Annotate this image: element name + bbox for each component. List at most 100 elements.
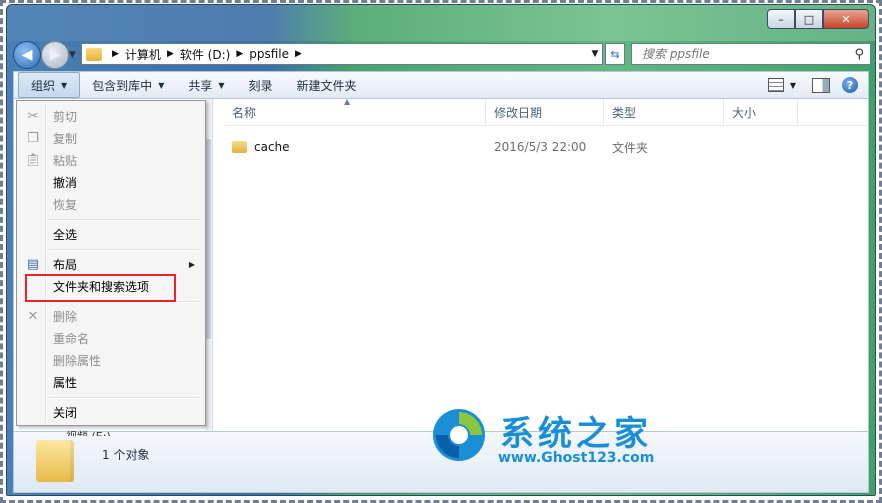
burn-label: 刻录 xyxy=(248,78,273,93)
layout-icon: ▤ xyxy=(26,256,40,272)
scissors-icon: ✂ xyxy=(27,108,39,124)
new-folder-label: 新建文件夹 xyxy=(296,78,357,93)
caption-buttons: – □ ✕ xyxy=(767,9,869,29)
maximize-button[interactable]: □ xyxy=(795,9,823,29)
close-button[interactable]: ✕ xyxy=(823,9,869,29)
menu-item-close[interactable]: 关闭 xyxy=(19,401,203,423)
menu-item-properties[interactable]: 属性 xyxy=(19,371,203,393)
back-arrow-icon: ◀ xyxy=(21,47,33,63)
menu-item-label: 复制 xyxy=(53,131,78,146)
menu-item-undo[interactable]: 撤消 xyxy=(19,171,203,193)
menu-item-redo[interactable]: 恢复 xyxy=(19,193,203,215)
include-in-library-button[interactable]: 包含到库中 ▼ xyxy=(80,73,176,97)
menu-item-select-all[interactable]: 全选 xyxy=(19,223,203,245)
breadcrumb: ▶ 计算机 ▶ 软件 (D:) ▶ ppsfile ▶ xyxy=(106,46,308,63)
preview-pane-icon[interactable] xyxy=(812,77,830,93)
chevron-down-icon: ▼ xyxy=(218,80,225,90)
back-button[interactable]: ◀ xyxy=(13,41,41,69)
copy-icon: ❐ xyxy=(27,130,39,146)
search-input[interactable] xyxy=(640,46,844,62)
watermark-logo xyxy=(433,409,485,461)
highlight-annotation-box xyxy=(25,274,176,302)
menu-separator xyxy=(49,219,199,221)
organize-context-menu: ✂ 剪切 ❐ 复制 📋︎ 粘贴 撤消 恢复 全选 ▤ 布局 ▶ 文件夹和搜索选项… xyxy=(16,100,206,426)
menu-item-label: 删除 xyxy=(53,309,78,324)
new-folder-button[interactable]: 新建文件夹 xyxy=(285,73,369,97)
chevron-right-icon[interactable]: ▶ xyxy=(167,49,174,59)
refresh-button[interactable]: ⇆ xyxy=(605,43,625,65)
breadcrumb-computer[interactable]: 计算机 xyxy=(125,46,161,63)
menu-item-label: 剪切 xyxy=(53,109,78,124)
share-button[interactable]: 共享 ▼ xyxy=(176,73,236,97)
menu-item-label: 布局 xyxy=(53,257,78,272)
file-type: 文件夹 xyxy=(612,140,649,155)
delete-x-icon: ✕ xyxy=(27,308,39,324)
chevron-down-icon: ▼ xyxy=(61,80,68,90)
column-header-size[interactable]: 大小 xyxy=(724,99,798,125)
menu-item-label: 关闭 xyxy=(53,405,78,420)
file-name-cell: cache xyxy=(224,140,486,154)
breadcrumb-drive[interactable]: 软件 (D:) xyxy=(180,46,230,63)
help-icon[interactable]: ? xyxy=(842,77,858,93)
search-icon[interactable]: ⚲ xyxy=(854,47,864,62)
menu-separator xyxy=(49,249,199,251)
column-type-label: 类型 xyxy=(612,105,637,120)
folder-icon xyxy=(86,47,102,61)
organize-button[interactable]: 组织 ▼ xyxy=(18,72,81,98)
view-options-dropdown-icon[interactable]: ▼ xyxy=(790,81,796,90)
menu-item-label: 撤消 xyxy=(53,175,78,190)
burn-button[interactable]: 刻录 xyxy=(237,73,285,97)
toolbar-right: ▼ ? xyxy=(767,77,868,93)
watermark-url: www.Ghost123.com xyxy=(498,450,655,466)
refresh-icon: ⇆ xyxy=(610,47,620,61)
file-date: 2016/5/3 22:00 xyxy=(494,140,587,154)
navigation-row: ◀ ▶ ▼ ▶ 计算机 ▶ 软件 (D:) ▶ ppsfile ▶ ▼ ⇆ ⚲ xyxy=(13,41,871,69)
file-list: 名称 ▲ 修改日期 类型 大小 cache 2016/5/3 22:00 文件夹 xyxy=(224,97,868,431)
menu-item-rename[interactable]: 重命名 xyxy=(19,327,203,349)
column-header-date[interactable]: 修改日期 xyxy=(486,99,604,125)
share-label: 共享 xyxy=(188,78,213,93)
view-details-icon[interactable] xyxy=(767,78,784,92)
menu-item-copy[interactable]: ❐ 复制 xyxy=(19,127,203,149)
address-bar[interactable]: ▶ 计算机 ▶ 软件 (D:) ▶ ppsfile ▶ ▼ xyxy=(81,43,603,65)
watermark: 系统之家 www.Ghost123.com xyxy=(430,404,690,474)
menu-item-label: 删除属性 xyxy=(53,353,102,368)
recent-pages-dropdown[interactable]: ▼ xyxy=(69,50,76,60)
organize-label: 组织 xyxy=(31,78,56,93)
submenu-arrow-icon: ▶ xyxy=(188,259,195,269)
address-dropdown-icon[interactable]: ▼ xyxy=(588,49,602,59)
file-name: cache xyxy=(254,140,290,154)
menu-separator xyxy=(49,397,199,399)
menu-item-remove-properties[interactable]: 删除属性 xyxy=(19,349,203,371)
forward-button[interactable]: ▶ xyxy=(41,41,69,69)
large-folder-icon xyxy=(36,440,74,482)
menu-item-cut[interactable]: ✂ 剪切 xyxy=(19,105,203,127)
chevron-right-icon[interactable]: ▶ xyxy=(112,49,119,59)
column-header-type[interactable]: 类型 xyxy=(604,99,724,125)
include-in-library-label: 包含到库中 xyxy=(92,78,153,93)
menu-item-label: 恢复 xyxy=(53,197,78,212)
chevron-down-icon: ▼ xyxy=(158,80,165,90)
chevron-right-icon[interactable]: ▶ xyxy=(295,49,302,59)
menu-item-label: 重命名 xyxy=(53,331,90,346)
watermark-name: 系统之家 xyxy=(500,414,652,454)
item-count: 1 个对象 xyxy=(102,448,150,462)
navpane-scrollbar[interactable] xyxy=(205,99,212,431)
folder-icon xyxy=(232,141,247,153)
minimize-button[interactable]: – xyxy=(767,9,795,29)
title-bar xyxy=(7,5,875,41)
column-name-label: 名称 xyxy=(232,105,257,120)
menu-item-paste[interactable]: 📋︎ 粘贴 xyxy=(19,149,203,171)
search-box[interactable]: ⚲ xyxy=(631,43,871,65)
file-row[interactable]: cache 2016/5/3 22:00 文件夹 xyxy=(224,137,798,157)
menu-item-label: 属性 xyxy=(53,375,78,390)
sort-ascending-icon: ▲ xyxy=(344,97,351,106)
breadcrumb-folder[interactable]: ppsfile xyxy=(249,47,289,61)
column-header-name[interactable]: 名称 ▲ xyxy=(224,97,486,125)
chevron-right-icon[interactable]: ▶ xyxy=(236,49,243,59)
scrollbar-thumb[interactable] xyxy=(206,139,211,339)
menu-item-delete[interactable]: ✕ 删除 xyxy=(19,305,203,327)
menu-item-layout[interactable]: ▤ 布局 ▶ xyxy=(19,253,203,275)
navpane-item-peek: 视频 (E:) xyxy=(66,428,111,436)
column-size-label: 大小 xyxy=(732,105,757,120)
